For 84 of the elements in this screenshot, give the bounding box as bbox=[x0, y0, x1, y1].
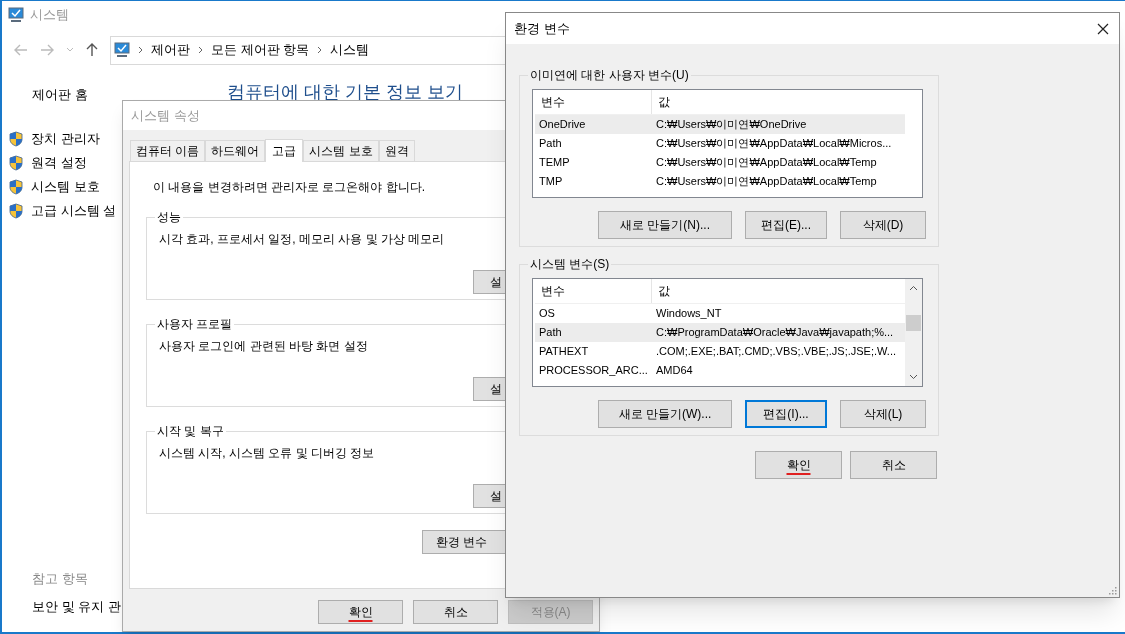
sidebar-link[interactable]: 시스템 보호 bbox=[31, 176, 100, 197]
tab[interactable]: 시스템 보호 bbox=[303, 140, 379, 161]
list-row[interactable]: PROCESSOR_ARC... AMD64 bbox=[535, 361, 905, 380]
dialog-window[interactable] bbox=[505, 12, 1120, 598]
variable-name: TEMP bbox=[538, 155, 571, 171]
chevron-icon bbox=[198, 46, 203, 54]
dialog-button[interactable]: 편집(E)... bbox=[745, 211, 827, 239]
up-arrow-icon bbox=[86, 43, 98, 57]
breadcrumb-item[interactable]: 제어판 bbox=[151, 40, 190, 60]
close-icon[interactable] bbox=[1097, 22, 1109, 35]
column-header[interactable]: 값 bbox=[652, 93, 670, 111]
column-header[interactable]: 변수 bbox=[535, 90, 652, 114]
scroll-up-icon bbox=[909, 285, 918, 291]
tab[interactable]: 고급 bbox=[265, 139, 304, 162]
page-heading: 컴퓨터에 대한 기본 정보 보기 bbox=[227, 82, 463, 102]
sidebar-link[interactable]: 원격 설정 bbox=[31, 152, 87, 173]
variable-name: PATHEXT bbox=[538, 344, 590, 360]
monitor-icon bbox=[8, 7, 24, 23]
variable-name: OneDrive bbox=[538, 117, 587, 133]
variable-value: C:₩Users₩이미연₩OneDrive bbox=[655, 117, 807, 133]
shield-icon bbox=[9, 154, 23, 171]
variable-value: Windows_NT bbox=[655, 306, 722, 322]
scrollbar[interactable] bbox=[905, 279, 922, 386]
dropdown-caret-icon bbox=[66, 47, 74, 53]
list-row[interactable]: OneDrive C:₩Users₩이미연₩OneDrive bbox=[535, 115, 905, 134]
variable-name: OS bbox=[538, 306, 556, 322]
shield-icon bbox=[9, 130, 23, 147]
variable-value: C:₩Users₩이미연₩AppData₩Local₩Temp bbox=[655, 174, 877, 190]
list-row[interactable]: PATHEXT .COM;.EXE;.BAT;.CMD;.VBS;.VBE;.JS;.JSE;.W... bbox=[535, 342, 905, 361]
column-header[interactable]: 변수 bbox=[535, 279, 652, 303]
sidebar-link[interactable]: 장치 관리자 bbox=[31, 128, 100, 149]
dialog-button[interactable]: 취소 bbox=[413, 600, 498, 624]
scroll-down-icon bbox=[909, 374, 918, 380]
breadcrumb-item[interactable]: 모든 제어판 항목 bbox=[211, 40, 310, 60]
chevron-icon bbox=[138, 46, 143, 54]
variable-value: C:₩Users₩이미연₩AppData₩Local₩Micros... bbox=[655, 136, 892, 152]
chevron-icon bbox=[317, 46, 323, 54]
variable-name: Path bbox=[538, 325, 563, 341]
back-arrow-icon bbox=[14, 44, 28, 56]
window-title: 시스템 bbox=[30, 6, 69, 25]
dialog-title: 시스템 속성 bbox=[131, 106, 200, 125]
column-header[interactable]: 값 bbox=[652, 282, 670, 300]
group-description: 시스템 시작, 시스템 오류 및 디버깅 정보 bbox=[159, 445, 375, 462]
tab[interactable]: 원격 bbox=[378, 140, 415, 161]
notice-text: 이 내용을 변경하려면 관리자로 로그온해야 합니다. bbox=[153, 179, 425, 196]
variable-name: TMP bbox=[538, 174, 564, 190]
group-title: 사용자 프로필 bbox=[156, 316, 234, 333]
variable-value: AMD64 bbox=[655, 363, 693, 379]
list-row[interactable]: Path C:₩ProgramData₩Oracle₩Java₩javapath;%... bbox=[535, 323, 905, 342]
dialog-button[interactable]: 확인 bbox=[755, 451, 842, 479]
list-row[interactable]: TEMP C:₩Users₩이미연₩AppData₩Local₩Temp bbox=[535, 153, 905, 172]
shield-icon bbox=[9, 202, 23, 219]
group-title: 이미연에 대한 사용자 변수(U) bbox=[529, 67, 690, 84]
monitor-icon bbox=[114, 42, 130, 58]
variable-name: PROCESSOR_ARC... bbox=[538, 363, 649, 379]
tab[interactable]: 컴퓨터 이름 bbox=[130, 140, 206, 161]
group-description: 사용자 로그인에 관련된 바탕 화면 설정 bbox=[159, 338, 368, 355]
breadcrumb-item[interactable]: 시스템 bbox=[330, 40, 370, 60]
variable-name: Path bbox=[538, 136, 563, 152]
list-row[interactable]: OS Windows_NT bbox=[535, 304, 905, 323]
dialog-button[interactable]: 새로 만들기(N)... bbox=[598, 211, 732, 239]
resize-grip-icon bbox=[1107, 585, 1117, 595]
dialog-button[interactable]: 삭제(L) bbox=[840, 400, 926, 428]
group-description: 시각 효과, 프로세서 일정, 메모리 사용 및 가상 메모리 bbox=[159, 231, 445, 248]
dialog-button[interactable]: 확인 bbox=[318, 600, 403, 624]
group-title: 성능 bbox=[156, 209, 182, 226]
variable-value: .COM;.EXE;.BAT;.CMD;.VBS;.VBE;.JS;.JSE;.W... bbox=[655, 344, 896, 360]
tab[interactable]: 하드웨어 bbox=[205, 140, 266, 161]
list-row[interactable]: Path C:₩Users₩이미연₩AppData₩Local₩Micros... bbox=[535, 134, 905, 153]
variable-value: C:₩ProgramData₩Oracle₩Java₩javapath;%... bbox=[655, 325, 894, 341]
dialog-title: 환경 변수 bbox=[514, 19, 570, 38]
sidebar-link[interactable]: 고급 시스템 설 bbox=[31, 200, 117, 221]
dialog-button[interactable]: 삭제(D) bbox=[840, 211, 926, 239]
forward-arrow-icon bbox=[40, 44, 54, 56]
group-title: 시작 및 복구 bbox=[156, 423, 225, 440]
group-title: 시스템 변수(S) bbox=[529, 256, 611, 273]
shield-icon bbox=[9, 178, 23, 195]
scrollbar-thumb[interactable] bbox=[906, 315, 921, 331]
variable-value: C:₩Users₩이미연₩AppData₩Local₩Temp bbox=[655, 155, 877, 171]
dialog-button[interactable]: 새로 만들기(W)... bbox=[598, 400, 732, 428]
dialog-button[interactable]: 편집(I)... bbox=[745, 400, 827, 428]
list-row[interactable]: TMP C:₩Users₩이미연₩AppData₩Local₩Temp bbox=[535, 172, 905, 191]
section-label: 참고 항목 bbox=[32, 570, 89, 588]
dialog-button[interactable]: 취소 bbox=[850, 451, 937, 479]
